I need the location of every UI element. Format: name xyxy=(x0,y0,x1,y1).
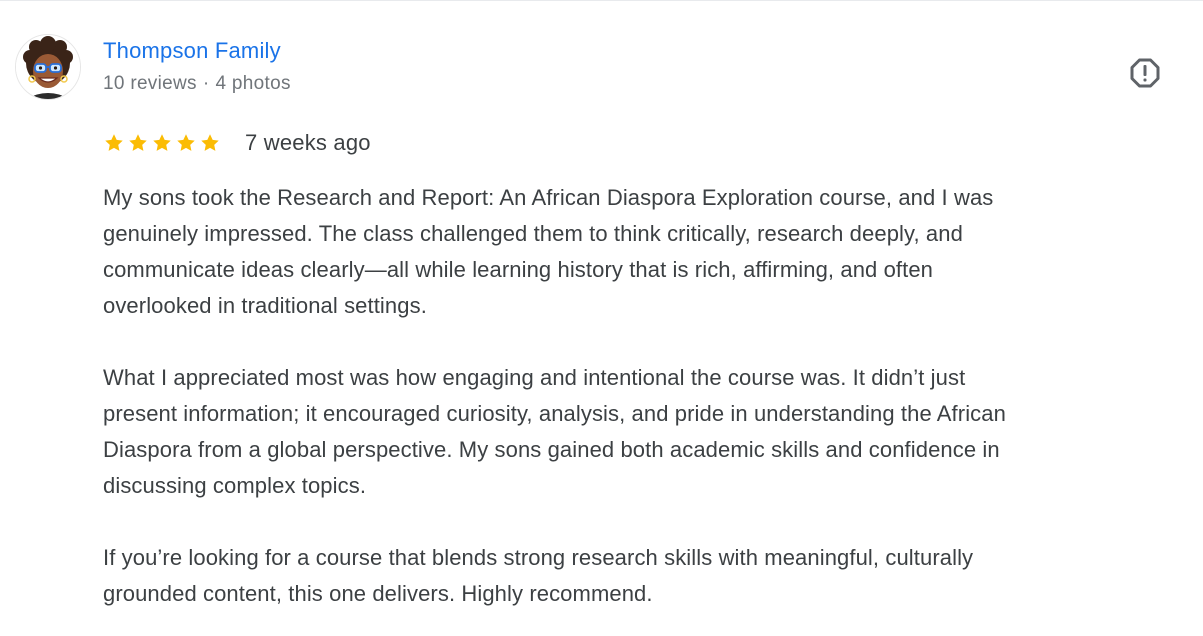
report-review-button[interactable] xyxy=(1124,52,1166,94)
star-rating xyxy=(103,132,221,154)
avatar-image xyxy=(16,35,80,99)
review-paragraph: What I appreciated most was how engaging… xyxy=(103,365,1006,498)
review-time: 7 weeks ago xyxy=(245,130,371,155)
author-meta: 10 reviews · 4 photos xyxy=(103,70,291,98)
star-icon xyxy=(177,134,195,151)
star-icon xyxy=(153,134,171,151)
review-paragraph: If you’re looking for a course that blen… xyxy=(103,545,974,606)
review-body: My sons took the Research and Report: An… xyxy=(103,180,1183,612)
photos-count: 4 photos xyxy=(215,73,291,94)
star-icon xyxy=(201,134,219,151)
avatar[interactable] xyxy=(15,34,81,100)
top-divider xyxy=(0,0,1203,1)
rating-row: 7 weeks ago xyxy=(103,128,371,158)
star-icon xyxy=(105,134,123,151)
reviews-count: 10 reviews xyxy=(103,73,197,94)
meta-separator: · xyxy=(202,73,210,94)
star-icon xyxy=(129,134,147,151)
report-flag-icon xyxy=(1130,58,1160,88)
review-paragraph: My sons took the Research and Report: An… xyxy=(103,185,994,318)
author-name-link[interactable]: Thompson Family xyxy=(103,36,281,66)
